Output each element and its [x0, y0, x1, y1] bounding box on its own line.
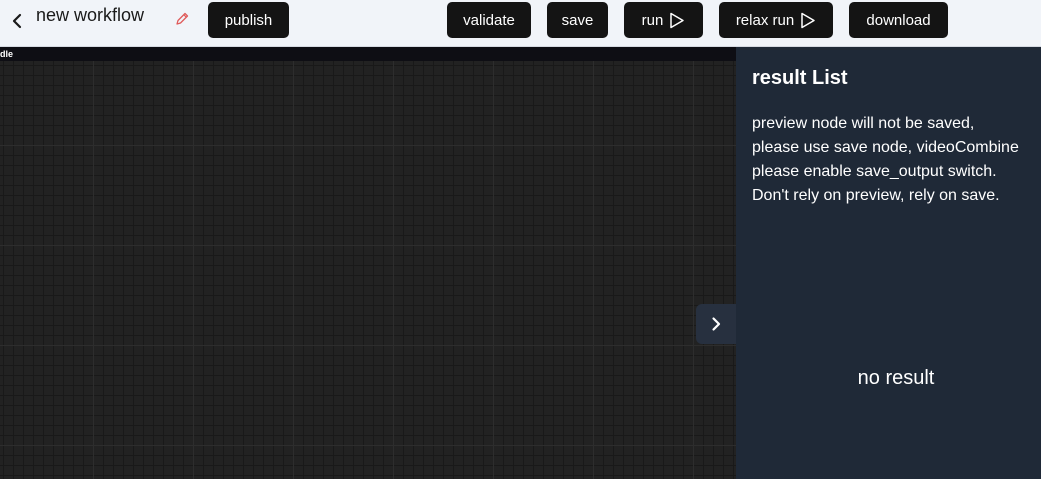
chevron-right-icon — [712, 317, 721, 331]
top-bar: new workflow publish validate save run r… — [0, 0, 1041, 47]
workflow-title: new workflow — [36, 5, 145, 25]
workflow-canvas[interactable]: dle — [0, 47, 736, 479]
download-button[interactable]: download — [849, 2, 948, 38]
chevron-left-icon — [12, 13, 22, 29]
run-button[interactable]: run — [624, 2, 703, 38]
back-button[interactable] — [6, 10, 28, 32]
publish-button[interactable]: publish — [208, 2, 289, 38]
empty-result-text: no result — [857, 367, 935, 389]
play-outline-icon — [670, 12, 685, 28]
result-list-title: result List — [752, 67, 848, 89]
notice-line: please enable save_output switch. — [752, 163, 997, 180]
save-label: save — [561, 11, 594, 29]
download-label: download — [866, 11, 931, 29]
edit-title-button[interactable] — [174, 11, 190, 27]
preview-notice: preview node will not be saved, please u… — [752, 112, 1041, 208]
validate-label: validate — [463, 11, 515, 29]
result-panel: result List preview node will not be sav… — [736, 47, 1041, 479]
notice-line: preview node will not be saved, — [752, 115, 975, 132]
relax-run-button[interactable]: relax run — [719, 2, 833, 38]
publish-label: publish — [224, 11, 273, 29]
validate-button[interactable]: validate — [447, 2, 531, 38]
canvas-tab-label: dle — [0, 47, 736, 61]
relax-run-label: relax run — [735, 11, 795, 29]
pencil-icon — [176, 12, 189, 25]
notice-line: please use save node, videoCombine — [752, 139, 1019, 156]
run-label: run — [641, 11, 664, 29]
toggle-panel-button[interactable] — [696, 304, 736, 344]
play-outline-icon — [801, 12, 815, 28]
save-button[interactable]: save — [547, 2, 608, 38]
notice-line: Don't rely on preview, rely on save. — [752, 187, 1000, 204]
